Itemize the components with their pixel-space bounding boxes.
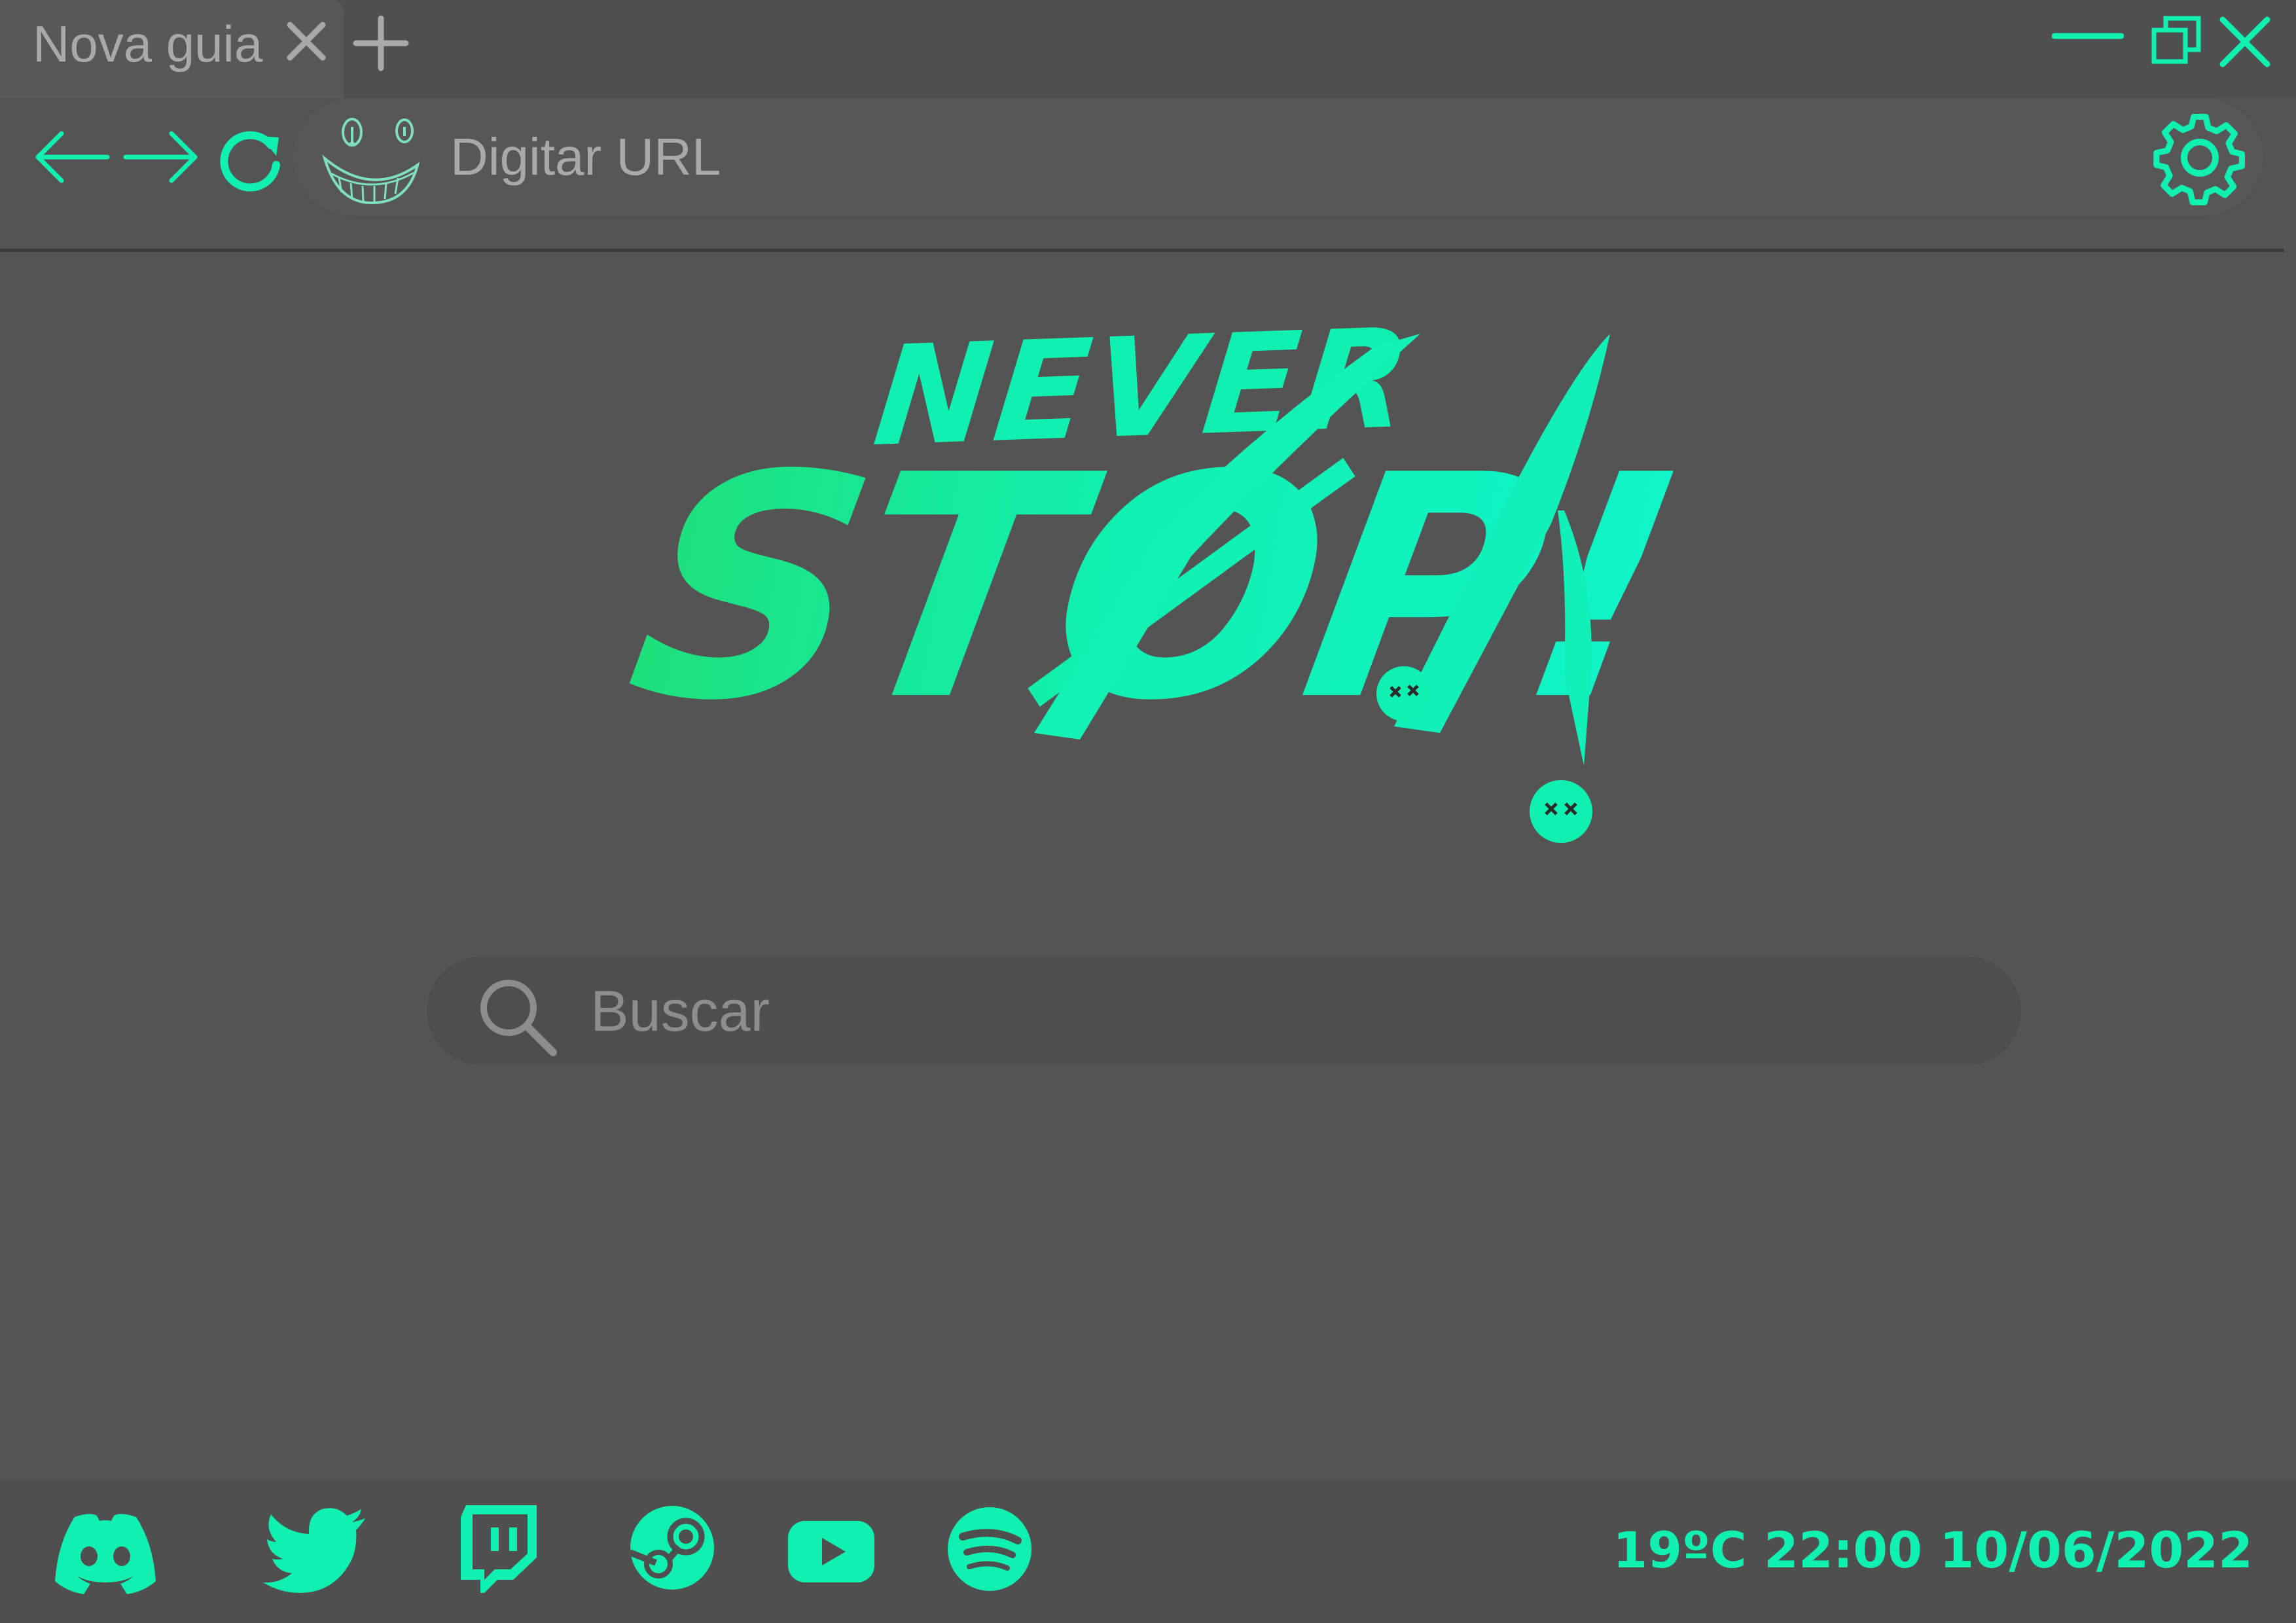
discord-icon[interactable] <box>51 1510 160 1596</box>
restore-icon[interactable] <box>2150 14 2202 67</box>
toolbar-divider <box>0 249 2284 252</box>
reload-icon[interactable] <box>215 124 287 196</box>
gear-icon[interactable] <box>2151 109 2249 207</box>
skull-icon <box>1376 666 1431 721</box>
arrow-right-icon[interactable] <box>122 128 200 187</box>
browser-window: Nova guia Digitar URL NEVER Buscar 19ºC … <box>0 0 2296 1623</box>
search-input[interactable] <box>590 978 1965 1044</box>
search-bar[interactable] <box>427 957 2021 1065</box>
never-stop-logo: NEVER STØP! <box>610 298 1699 864</box>
footer-bar: 19ºC 22:00 10/06/2022 <box>0 1480 2296 1623</box>
grinning-face-icon <box>319 113 424 207</box>
weather-time-date-status: 19ºC 22:00 10/06/2022 <box>1613 1521 2253 1579</box>
url-input[interactable] <box>450 124 2021 190</box>
search-icon <box>476 975 558 1057</box>
logo-slash-mark <box>1034 334 1610 843</box>
twitch-icon[interactable] <box>461 1505 539 1594</box>
twitter-icon[interactable] <box>263 1507 368 1595</box>
new-tab-plus-icon[interactable] <box>352 14 410 72</box>
tab-strip: Nova guia <box>0 0 2296 98</box>
minimize-icon[interactable] <box>2052 26 2124 46</box>
steam-icon[interactable] <box>630 1505 715 1590</box>
skull-icon <box>1530 780 1592 843</box>
youtube-icon[interactable] <box>788 1521 874 1582</box>
spotify-icon[interactable] <box>947 1507 1032 1592</box>
toolbar <box>0 98 2296 252</box>
address-bar[interactable] <box>293 98 2263 216</box>
close-icon[interactable] <box>285 20 328 63</box>
tab-nova-guia[interactable]: Nova guia <box>0 0 344 98</box>
arrow-left-icon[interactable] <box>33 128 111 187</box>
tab-title: Nova guia <box>33 15 263 73</box>
window-close-icon[interactable] <box>2217 14 2272 69</box>
